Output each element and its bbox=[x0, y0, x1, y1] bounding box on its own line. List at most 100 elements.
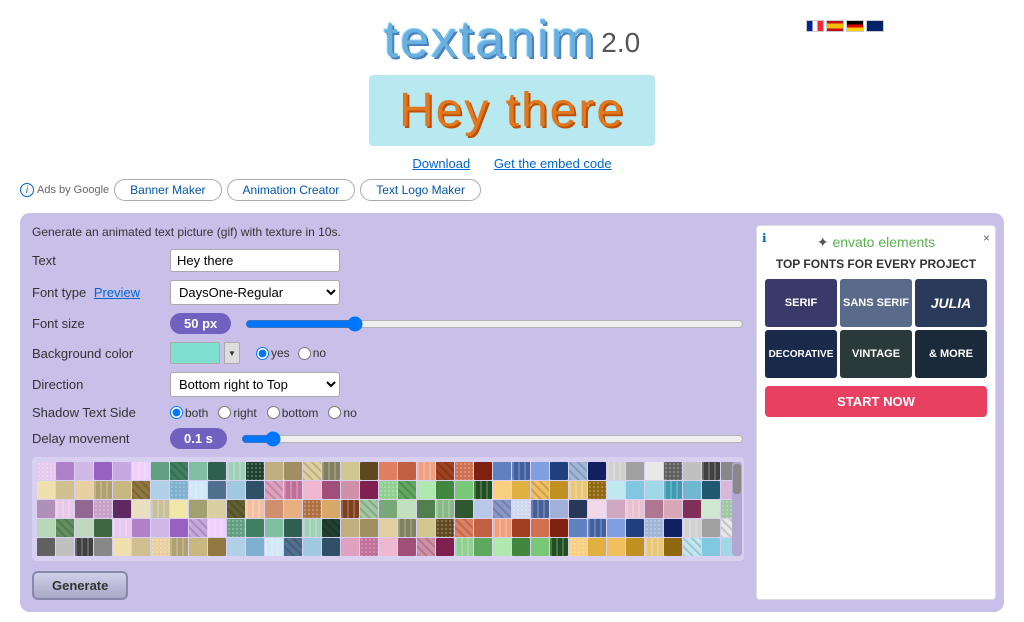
shadow-bottom-radio[interactable] bbox=[267, 406, 280, 419]
texture-cell[interactable] bbox=[588, 538, 606, 556]
shadow-right-radio[interactable] bbox=[218, 406, 231, 419]
texture-cell[interactable] bbox=[645, 481, 663, 499]
texture-cell[interactable] bbox=[303, 500, 321, 518]
texture-cell[interactable] bbox=[246, 481, 264, 499]
texture-cell[interactable] bbox=[208, 462, 226, 480]
texture-cell[interactable] bbox=[360, 481, 378, 499]
texture-cell[interactable] bbox=[455, 500, 473, 518]
texture-cell[interactable] bbox=[341, 538, 359, 556]
texture-cell[interactable] bbox=[626, 519, 644, 537]
texture-cell[interactable] bbox=[208, 481, 226, 499]
texture-cell[interactable] bbox=[303, 519, 321, 537]
texture-cell[interactable] bbox=[683, 519, 701, 537]
texture-cell[interactable] bbox=[474, 481, 492, 499]
texture-cell[interactable] bbox=[75, 481, 93, 499]
texture-cell[interactable] bbox=[569, 462, 587, 480]
texture-cell[interactable] bbox=[550, 519, 568, 537]
texture-cell[interactable] bbox=[284, 481, 302, 499]
texture-cell[interactable] bbox=[208, 538, 226, 556]
texture-cell[interactable] bbox=[512, 462, 530, 480]
texture-cell[interactable] bbox=[645, 519, 663, 537]
texture-cell[interactable] bbox=[493, 519, 511, 537]
texture-cell[interactable] bbox=[664, 519, 682, 537]
ad-close-icon[interactable]: × bbox=[983, 231, 990, 245]
texture-cell[interactable] bbox=[512, 500, 530, 518]
ad-info-icon[interactable]: ℹ bbox=[762, 231, 767, 245]
shadow-both-label[interactable]: both bbox=[170, 406, 208, 420]
texture-cell[interactable] bbox=[227, 538, 245, 556]
texture-cell[interactable] bbox=[113, 538, 131, 556]
texture-cell[interactable] bbox=[341, 519, 359, 537]
texture-cell[interactable] bbox=[398, 462, 416, 480]
texture-cell[interactable] bbox=[113, 462, 131, 480]
direction-select[interactable]: Bottom right to Top Left to Right Right … bbox=[170, 372, 340, 397]
texture-cell[interactable] bbox=[664, 462, 682, 480]
texture-cell[interactable] bbox=[208, 519, 226, 537]
texture-cell[interactable] bbox=[569, 481, 587, 499]
texture-cell[interactable] bbox=[664, 481, 682, 499]
texture-cell[interactable] bbox=[512, 481, 530, 499]
texture-cell[interactable] bbox=[246, 538, 264, 556]
texture-cell[interactable] bbox=[626, 500, 644, 518]
texture-cell[interactable] bbox=[474, 500, 492, 518]
texture-cell[interactable] bbox=[436, 481, 454, 499]
download-link[interactable]: Download bbox=[412, 156, 470, 171]
ads-info-icon[interactable]: i bbox=[20, 183, 34, 197]
texture-cell[interactable] bbox=[341, 481, 359, 499]
texture-cell[interactable] bbox=[702, 500, 720, 518]
banner-maker-btn[interactable]: Banner Maker bbox=[114, 179, 221, 201]
texture-cell[interactable] bbox=[227, 500, 245, 518]
texture-cell[interactable] bbox=[151, 481, 169, 499]
texture-cell[interactable] bbox=[702, 519, 720, 537]
texture-cell[interactable] bbox=[246, 462, 264, 480]
texture-cell[interactable] bbox=[417, 500, 435, 518]
font-select[interactable]: DaysOne-Regular Arial Georgia Verdana bbox=[170, 280, 340, 305]
ad-cell-more[interactable]: & MORE bbox=[915, 330, 987, 378]
texture-cell[interactable] bbox=[56, 500, 74, 518]
shadow-right-label[interactable]: right bbox=[218, 406, 256, 420]
texture-cell[interactable] bbox=[588, 462, 606, 480]
texture-cell[interactable] bbox=[246, 519, 264, 537]
texture-cell[interactable] bbox=[284, 500, 302, 518]
texture-cell[interactable] bbox=[474, 538, 492, 556]
texture-cell[interactable] bbox=[170, 500, 188, 518]
texture-cell[interactable] bbox=[379, 519, 397, 537]
texture-cell[interactable] bbox=[683, 500, 701, 518]
animation-creator-btn[interactable]: Animation Creator bbox=[227, 179, 356, 201]
texture-cell[interactable] bbox=[94, 462, 112, 480]
color-arrow[interactable]: ▼ bbox=[224, 342, 240, 364]
flag-es[interactable] bbox=[826, 20, 844, 32]
texture-cell[interactable] bbox=[588, 519, 606, 537]
texture-cell[interactable] bbox=[37, 519, 55, 537]
texture-cell[interactable] bbox=[531, 500, 549, 518]
texture-cell[interactable] bbox=[417, 462, 435, 480]
texture-cell[interactable] bbox=[208, 500, 226, 518]
texture-cell[interactable] bbox=[265, 500, 283, 518]
texture-cell[interactable] bbox=[626, 462, 644, 480]
shadow-both-radio[interactable] bbox=[170, 406, 183, 419]
ad-start-button[interactable]: START NOW bbox=[765, 386, 987, 417]
texture-cell[interactable] bbox=[588, 500, 606, 518]
texture-cell[interactable] bbox=[531, 462, 549, 480]
texture-cell[interactable] bbox=[113, 481, 131, 499]
texture-cell[interactable] bbox=[284, 519, 302, 537]
texture-cell[interactable] bbox=[645, 462, 663, 480]
texture-cell[interactable] bbox=[531, 538, 549, 556]
texture-cell[interactable] bbox=[398, 519, 416, 537]
texture-cell[interactable] bbox=[569, 500, 587, 518]
texture-cell[interactable] bbox=[75, 500, 93, 518]
texture-cell[interactable] bbox=[645, 538, 663, 556]
bg-yes-label[interactable]: yes bbox=[256, 346, 290, 360]
texture-cell[interactable] bbox=[132, 519, 150, 537]
texture-cell[interactable] bbox=[474, 519, 492, 537]
texture-cell[interactable] bbox=[455, 462, 473, 480]
texture-cell[interactable] bbox=[189, 462, 207, 480]
texture-cell[interactable] bbox=[607, 481, 625, 499]
ad-cell-deco[interactable]: DECORATIVE bbox=[765, 330, 837, 378]
texture-cell[interactable] bbox=[170, 538, 188, 556]
texture-cell[interactable] bbox=[683, 462, 701, 480]
texture-cell[interactable] bbox=[94, 538, 112, 556]
flag-fr[interactable] bbox=[806, 20, 824, 32]
texture-cell[interactable] bbox=[132, 500, 150, 518]
texture-cell[interactable] bbox=[265, 462, 283, 480]
